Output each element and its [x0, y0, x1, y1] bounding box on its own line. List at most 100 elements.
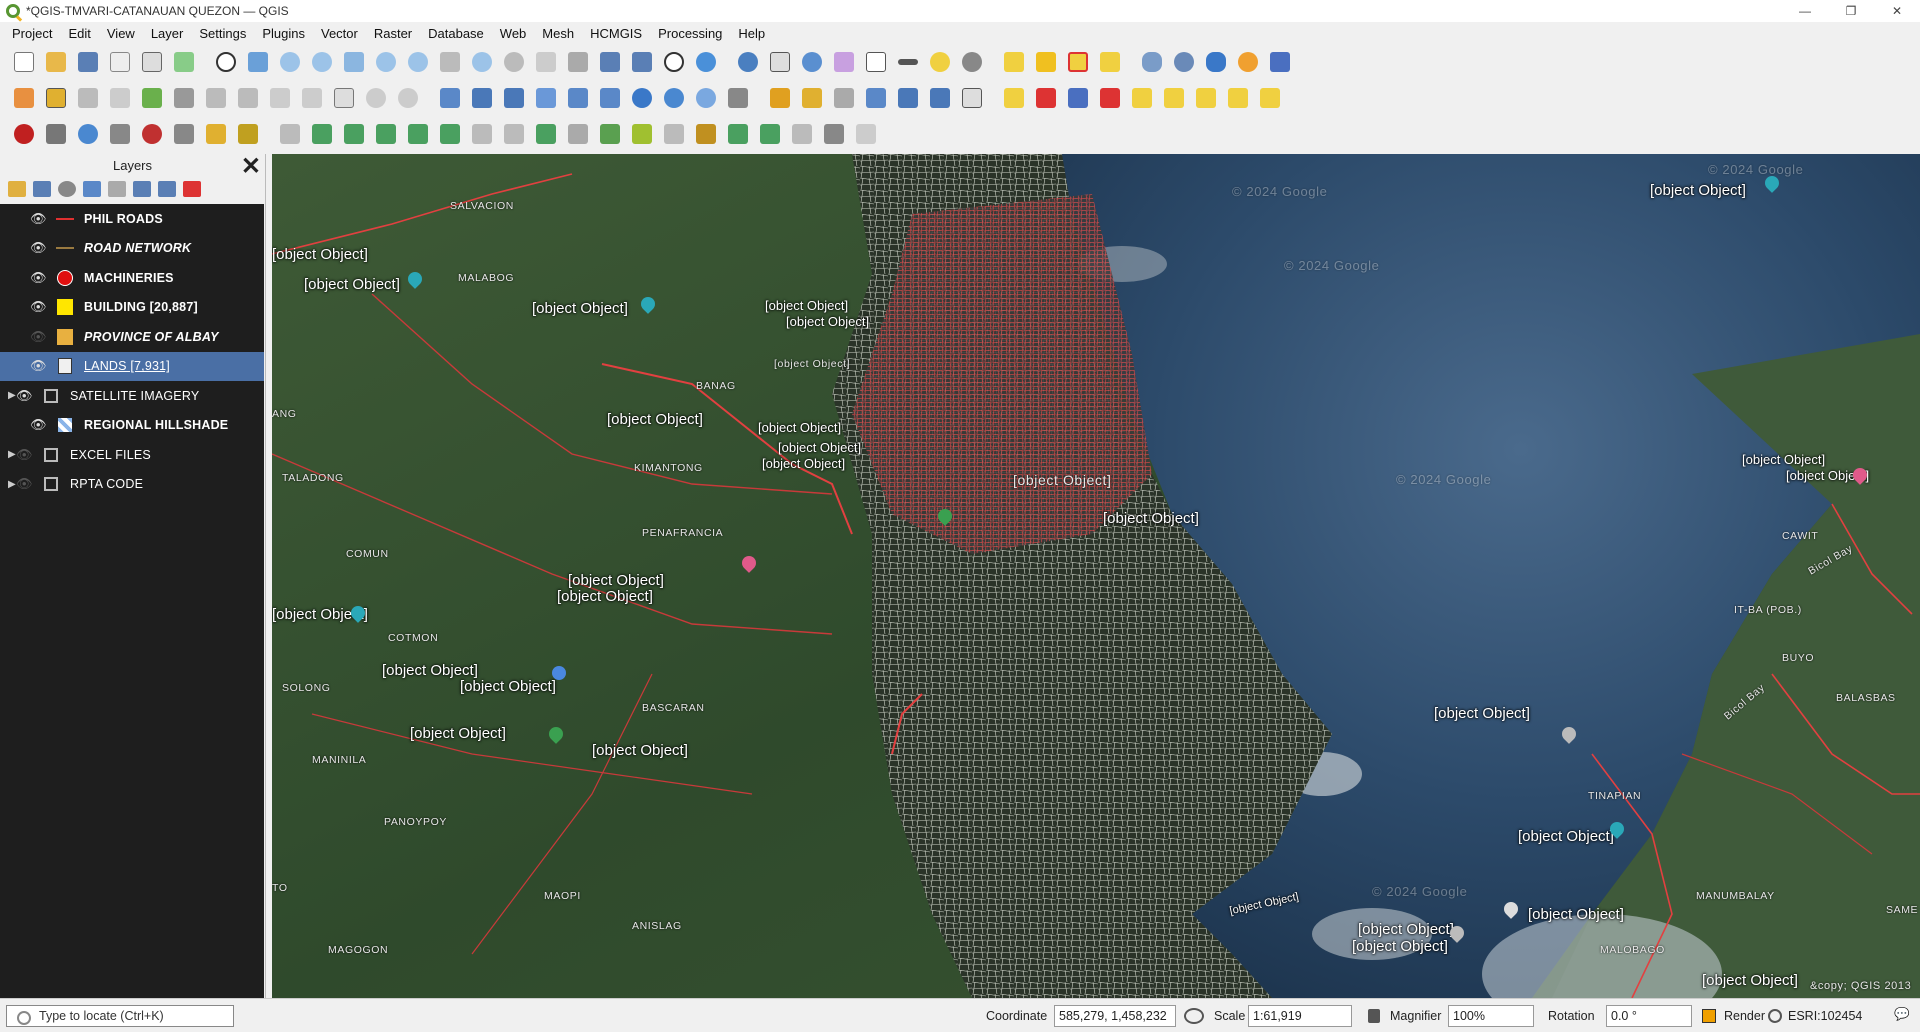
- layer-row-satellite-imagery[interactable]: ▶ 👁 SATELLITE IMAGERY: [0, 381, 264, 411]
- polygon-part-icon[interactable]: [468, 120, 496, 148]
- georeferencer-icon[interactable]: [1170, 48, 1198, 76]
- grid-tool-icon[interactable]: [500, 84, 528, 112]
- undo-icon[interactable]: [362, 84, 390, 112]
- zoom-out-icon[interactable]: [308, 48, 336, 76]
- new-print-layout-icon[interactable]: [106, 48, 134, 76]
- menu-view[interactable]: View: [99, 26, 143, 41]
- db-manager-icon[interactable]: [1138, 48, 1166, 76]
- polygon-add-icon[interactable]: [308, 120, 336, 148]
- filter-legend-icon[interactable]: [83, 181, 101, 197]
- crs-button[interactable]: ESRI:102454: [1788, 1009, 1862, 1023]
- visibility-eye-icon[interactable]: 👁: [16, 476, 34, 492]
- help-icon[interactable]: [1266, 48, 1294, 76]
- new-bookmark-icon[interactable]: [596, 48, 624, 76]
- copy-features-icon[interactable]: [298, 84, 326, 112]
- plugin-icon[interactable]: [1234, 48, 1262, 76]
- menu-database[interactable]: Database: [420, 26, 492, 41]
- label-rotate-icon[interactable]: [1224, 84, 1252, 112]
- visibility-eye-icon[interactable]: 👁: [16, 388, 34, 404]
- visibility-eye-icon[interactable]: 👁: [30, 358, 48, 374]
- zoom-full-icon[interactable]: [340, 48, 368, 76]
- open-layer-styling-icon[interactable]: [8, 181, 26, 197]
- zoom-last-icon[interactable]: [468, 48, 496, 76]
- map-canvas[interactable]: [object Object] [object Object] [object …: [272, 154, 1920, 998]
- expand-all-icon[interactable]: [133, 181, 151, 197]
- globe-grid-icon[interactable]: [660, 84, 688, 112]
- measure-line-icon[interactable]: [894, 48, 922, 76]
- layer-row-lands[interactable]: 👁 LANDS [7,931]: [0, 351, 264, 381]
- layer-row-building[interactable]: 👁 BUILDING [20,887]: [0, 293, 264, 323]
- polygon-reshape-icon[interactable]: [500, 120, 528, 148]
- globe-icon[interactable]: [628, 84, 656, 112]
- settings-gear-icon[interactable]: [798, 48, 826, 76]
- visibility-eye-icon[interactable]: 👁: [30, 211, 48, 227]
- globe-outline-icon[interactable]: [692, 84, 720, 112]
- label-abc-icon[interactable]: [1000, 84, 1028, 112]
- points-icon[interactable]: [724, 84, 752, 112]
- layer-row-regional-hillshade[interactable]: 👁 REGIONAL HILLSHADE: [0, 411, 264, 441]
- digitize-icon[interactable]: [106, 84, 134, 112]
- menu-settings[interactable]: Settings: [191, 26, 254, 41]
- offset-icon[interactable]: [894, 84, 922, 112]
- open-table-icon[interactable]: [862, 48, 890, 76]
- advanced-digitize-icon[interactable]: [564, 84, 592, 112]
- identify-features-icon[interactable]: [734, 48, 762, 76]
- visibility-eye-icon[interactable]: 👁: [30, 329, 48, 345]
- new-project-icon[interactable]: [10, 48, 38, 76]
- close-panel-icon[interactable]: ✕: [241, 152, 261, 181]
- style-manager-icon[interactable]: [170, 48, 198, 76]
- polygon-offset-icon[interactable]: [628, 120, 656, 148]
- scale-field[interactable]: 1:61,919: [1248, 1005, 1352, 1027]
- visibility-eye-icon[interactable]: 👁: [30, 240, 48, 256]
- menu-project[interactable]: Project: [4, 26, 60, 41]
- layer-row-rpta-code[interactable]: ▶ 👁 RPTA CODE: [0, 470, 264, 500]
- label-show-hide-icon[interactable]: [1160, 84, 1188, 112]
- zoom-native-icon[interactable]: [436, 48, 464, 76]
- magnet-snap-icon[interactable]: [10, 120, 38, 148]
- current-edits-icon[interactable]: [10, 84, 38, 112]
- pan-map-icon[interactable]: [212, 48, 240, 76]
- polygon-delete-ring-icon[interactable]: [564, 120, 592, 148]
- add-group-icon[interactable]: [33, 181, 51, 197]
- layer-row-machineries[interactable]: 👁 MACHINERIES: [0, 263, 264, 293]
- label-move-icon[interactable]: [1192, 84, 1220, 112]
- trace-icon[interactable]: [532, 84, 560, 112]
- python-console-icon[interactable]: [1202, 48, 1230, 76]
- north-arrow-icon[interactable]: [276, 120, 304, 148]
- messages-icon[interactable]: 💬: [1894, 1007, 1910, 1022]
- fork-icon[interactable]: [106, 120, 134, 148]
- visibility-eye-icon[interactable]: 👁: [30, 417, 48, 433]
- split-features-icon[interactable]: [798, 84, 826, 112]
- add-polygon-icon[interactable]: [138, 84, 166, 112]
- select-by-value-icon[interactable]: [1032, 48, 1060, 76]
- align-icon[interactable]: [692, 120, 720, 148]
- label-change-icon[interactable]: [1256, 84, 1284, 112]
- statistics-sigma-icon[interactable]: [830, 48, 858, 76]
- topology-icon[interactable]: [468, 84, 496, 112]
- paste-features-icon[interactable]: [330, 84, 358, 112]
- menu-help[interactable]: Help: [730, 26, 773, 41]
- polygon-ring-icon[interactable]: [404, 120, 432, 148]
- menu-edit[interactable]: Edit: [60, 26, 98, 41]
- save-edits-icon[interactable]: [74, 84, 102, 112]
- menu-raster[interactable]: Raster: [366, 26, 420, 41]
- open-project-icon[interactable]: [42, 48, 70, 76]
- intersect-icon[interactable]: [202, 120, 230, 148]
- zoom-in-icon[interactable]: [276, 48, 304, 76]
- crs-globe-icon[interactable]: [1768, 1009, 1782, 1023]
- deselect-all-icon[interactable]: [1064, 48, 1092, 76]
- polygon-delete-icon[interactable]: [532, 120, 560, 148]
- filter-by-expression-icon[interactable]: [108, 181, 126, 197]
- save-project-icon[interactable]: [74, 48, 102, 76]
- label-pin-icon[interactable]: [1128, 84, 1156, 112]
- polygon-fill-icon[interactable]: [436, 120, 464, 148]
- rotation-field[interactable]: 0.0 °: [1606, 1005, 1692, 1027]
- render-checkbox[interactable]: [1702, 1009, 1716, 1023]
- collapse-all-icon[interactable]: [158, 181, 176, 197]
- show-bookmarks-icon[interactable]: [628, 48, 656, 76]
- tree-icon[interactable]: [724, 120, 752, 148]
- zoom-to-layer-icon[interactable]: [404, 48, 432, 76]
- layout-manager-icon[interactable]: [138, 48, 166, 76]
- visibility-eye-icon[interactable]: 👁: [30, 299, 48, 315]
- new-3d-map-view-icon[interactable]: [564, 48, 592, 76]
